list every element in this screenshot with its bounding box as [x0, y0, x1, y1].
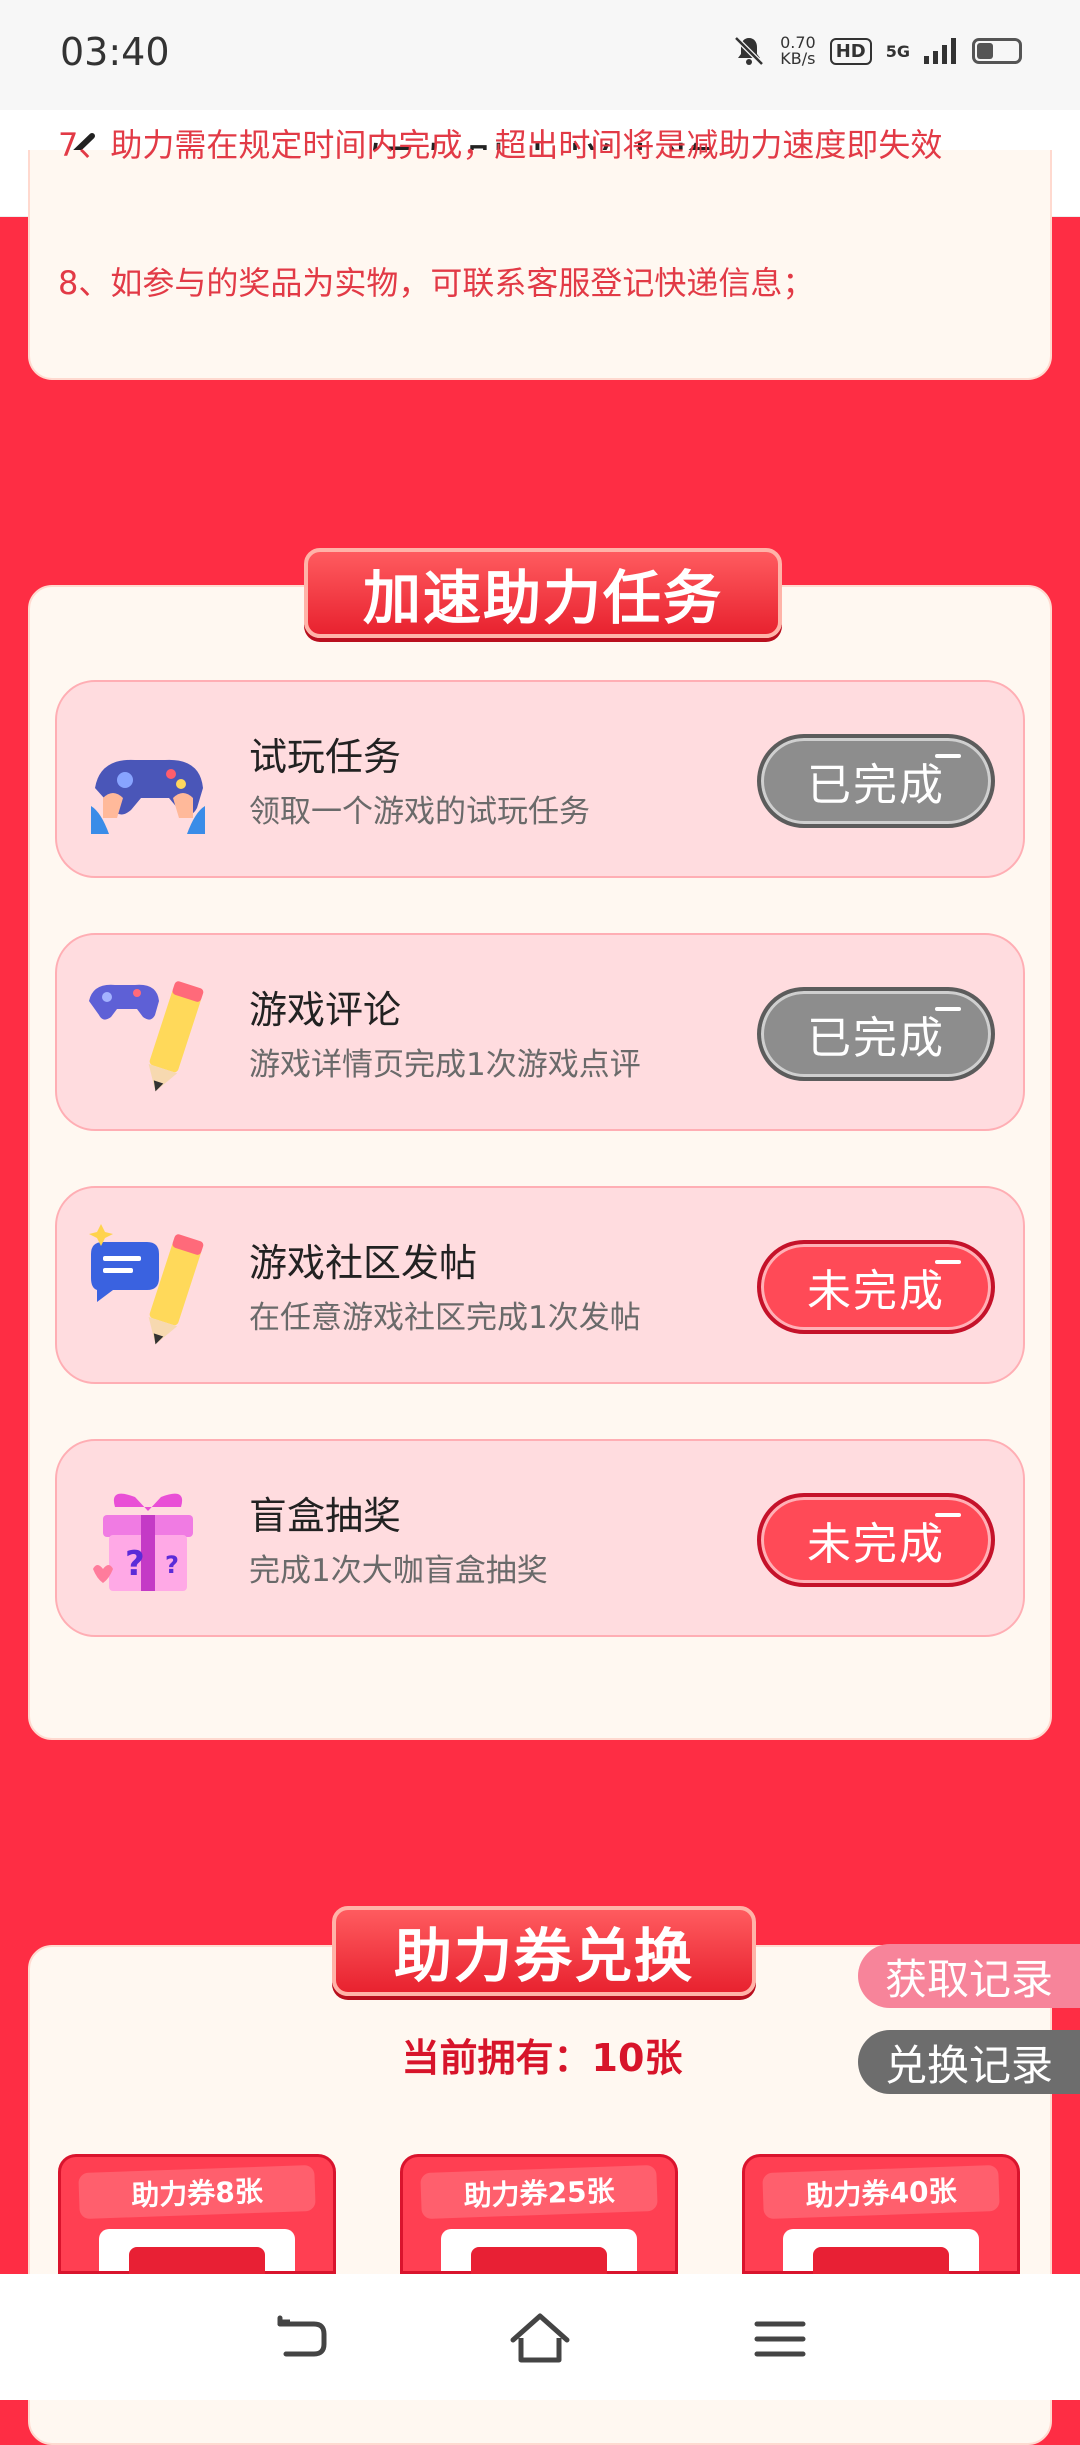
task-name: 游戏评论: [249, 988, 402, 1032]
svg-text:?: ?: [165, 1551, 179, 1579]
system-nav-bar: [0, 2274, 1080, 2400]
task-item: 游戏评论 游戏详情页完成1次游戏点评 已完成: [55, 933, 1025, 1131]
mute-bell-icon: [734, 36, 764, 66]
task-desc: 完成1次大咖盲盒抽奖: [249, 1553, 548, 1589]
coupon-label: 助力券40张: [762, 2164, 1000, 2220]
task-status-label: 已完成: [807, 760, 945, 811]
status-bar: 03:40 0.70 KB/s HD 5G: [0, 0, 1080, 110]
signal-icon: [924, 38, 956, 64]
task-status-button[interactable]: 已完成: [757, 734, 995, 828]
coupon-label: 助力券8张: [78, 2164, 316, 2220]
task-status-label: 已完成: [807, 1013, 945, 1064]
menu-nav-icon[interactable]: [745, 2304, 815, 2374]
task-item: 游戏社区发帖 在任意游戏社区完成1次发帖 未完成: [55, 1186, 1025, 1384]
task-desc: 在任意游戏社区完成1次发帖: [249, 1300, 641, 1336]
status-icons: 0.70 KB/s HD 5G: [732, 34, 1022, 68]
net-speed: 0.70 KB/s: [780, 35, 816, 67]
coupon-card[interactable]: 助力券40张: [742, 2154, 1020, 2287]
rule-line-partial: 7、助力需在规定时间内完成，超出时间将是减助力速度即失效: [58, 126, 943, 164]
task-status-button[interactable]: 未完成: [757, 1240, 995, 1334]
get-record-button[interactable]: 获取记录: [858, 1944, 1080, 2008]
status-time: 03:40: [60, 30, 170, 74]
svg-text:?: ?: [125, 1544, 145, 1584]
gamepad-pencil-icon: [89, 981, 204, 1092]
tasks-section-title: 加速助力任务: [304, 548, 782, 638]
back-nav-icon[interactable]: [268, 2304, 338, 2374]
task-name: 盲盒抽奖: [249, 1494, 402, 1538]
task-name: 游戏社区发帖: [249, 1241, 478, 1285]
rule-line-8: 8、如参与的奖品为实物，可联系客服登记快递信息；: [58, 264, 815, 302]
task-item: ? ? 盲盒抽奖 完成1次大咖盲盒抽奖 未完成: [55, 1439, 1025, 1637]
task-name: 试玩任务: [249, 735, 402, 779]
task-desc: 游戏详情页完成1次游戏点评: [249, 1047, 641, 1083]
task-status-label: 未完成: [807, 1519, 945, 1570]
mystery-box-icon: ? ?: [93, 1493, 193, 1591]
coupon-card[interactable]: 助力券8张: [58, 2154, 336, 2287]
task-desc: 领取一个游戏的试玩任务: [249, 794, 590, 830]
hd-badge: HD: [829, 37, 872, 65]
task-item: 试玩任务 领取一个游戏的试玩任务 已完成: [55, 680, 1025, 878]
home-nav-icon[interactable]: [505, 2304, 575, 2374]
exchange-section-title: 助力券兑换: [332, 1906, 756, 1996]
task-status-button[interactable]: 未完成: [757, 1493, 995, 1587]
exchange-record-button[interactable]: 兑换记录: [858, 2030, 1080, 2094]
battery-icon: [972, 38, 1022, 64]
net-speed-unit: KB/s: [780, 49, 816, 68]
task-status-label: 未完成: [807, 1266, 945, 1317]
gamepad-hand-icon: [91, 759, 205, 834]
coupon-card[interactable]: 助力券25张: [400, 2154, 678, 2287]
network-type: 5G: [885, 41, 910, 61]
rules-card: 7、助力需在规定时间内完成，超出时间将是减助力速度即失效 8、如参与的奖品为实物…: [28, 126, 1052, 380]
chat-pencil-icon: [89, 1224, 204, 1345]
coupon-label: 助力券25张: [420, 2164, 658, 2220]
task-status-button[interactable]: 已完成: [757, 987, 995, 1081]
